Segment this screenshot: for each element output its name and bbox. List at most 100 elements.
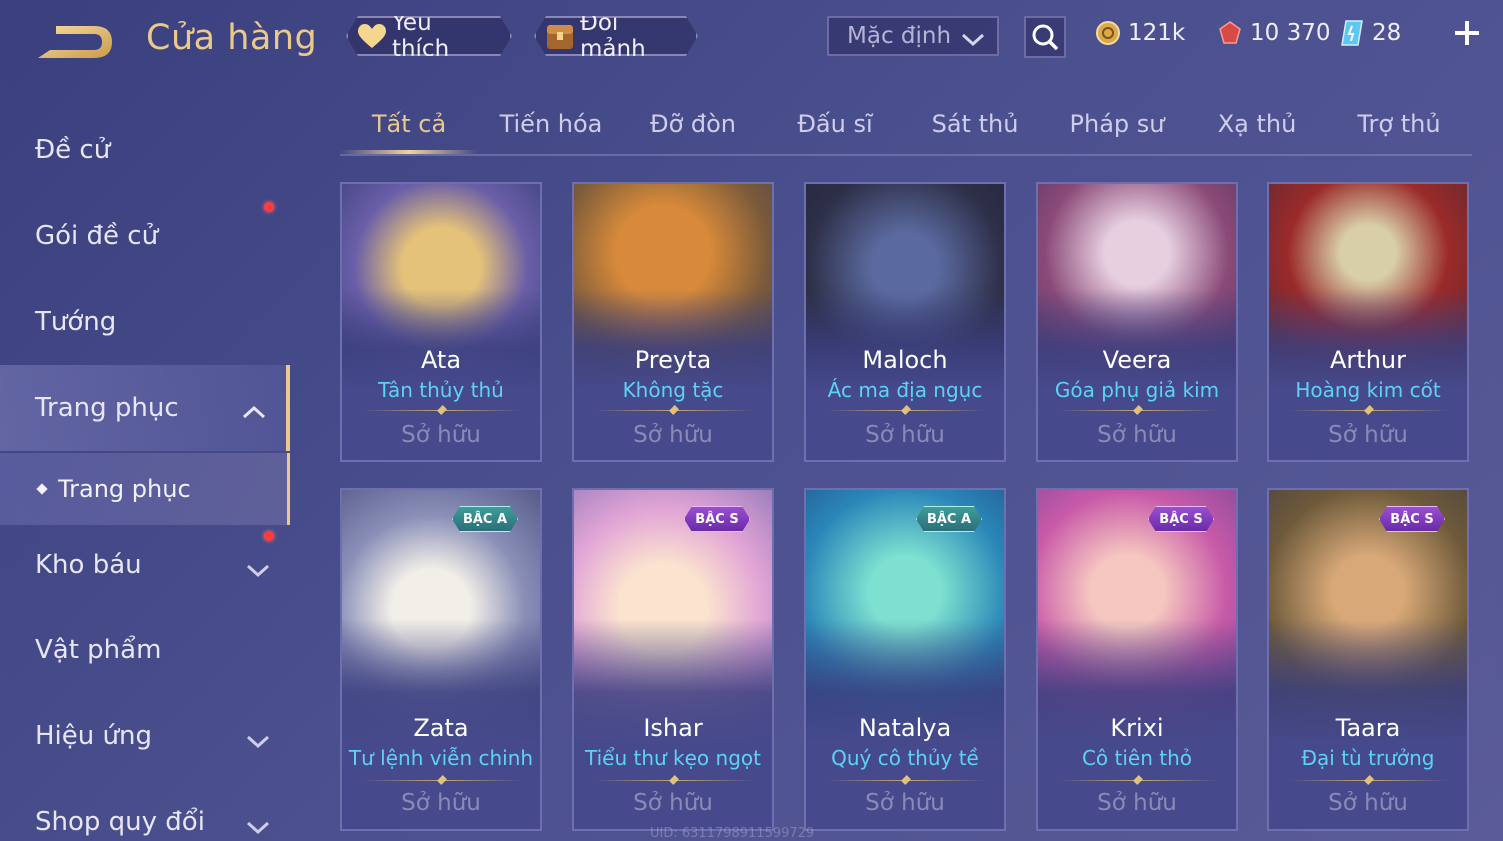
tab-fighter[interactable]: Đấu sĩ	[766, 110, 904, 150]
tab-all[interactable]: Tất cả	[340, 110, 478, 150]
hero-name: Veera	[1102, 346, 1172, 374]
skin-name: Ác ma địa ngục	[827, 378, 983, 402]
page-title: Cửa hàng	[146, 18, 318, 58]
tier-badge: BẬC A	[916, 506, 982, 532]
sidebar-item-skins[interactable]: Trang phục	[0, 365, 290, 451]
sidebar-item-effects[interactable]: Hiệu ứng	[0, 701, 290, 771]
sidebar-item-label: Đề cử	[35, 135, 111, 165]
sidebar-item-label: Tướng	[35, 307, 117, 337]
sidebar-subitem-skins[interactable]: Trang phục	[0, 453, 290, 525]
sidebar-item-label: Vật phẩm	[35, 635, 162, 665]
hero-name: Preyta	[634, 346, 712, 374]
skin-card[interactable]: BẬC S Krixi Cô tiên thỏ Sở hữu	[1036, 488, 1238, 831]
gem-balance: 28	[1338, 18, 1401, 48]
owned-status: Sở hữu	[1328, 422, 1408, 448]
tab-mage[interactable]: Pháp sư	[1048, 110, 1186, 150]
hero-name: Taara	[1335, 714, 1401, 742]
sort-dropdown[interactable]: Mặc định	[827, 16, 999, 56]
skin-name: Góa phụ giả kim	[1054, 378, 1220, 402]
owned-status: Sở hữu	[1097, 790, 1177, 816]
red-crystal-icon	[1216, 19, 1244, 47]
active-tab-indicator	[340, 150, 478, 154]
sort-value: Mặc định	[847, 23, 952, 49]
search-button[interactable]	[1024, 16, 1066, 58]
favorite-label: Yêu thích	[391, 10, 450, 62]
hero-name: Zata	[413, 714, 469, 742]
sidebar-item-label: Hiệu ứng	[35, 721, 152, 751]
search-icon	[1032, 24, 1059, 51]
tab-marksman[interactable]: Xạ thủ	[1188, 110, 1326, 150]
tab-support[interactable]: Trợ thủ	[1330, 110, 1468, 150]
owned-status: Sở hữu	[865, 422, 945, 448]
owned-status: Sở hữu	[1328, 790, 1408, 816]
gem-value: 28	[1372, 20, 1402, 46]
blue-card-icon	[1338, 19, 1366, 47]
sidebar-item-label: Trang phục	[35, 393, 179, 423]
skin-name: Hoàng kim cốt	[1295, 378, 1441, 402]
sidebar-item-treasure[interactable]: Kho báu	[0, 530, 290, 600]
hero-name: Ishar	[643, 714, 703, 742]
skin-name: Tân thủy thủ	[378, 378, 504, 402]
hero-name: Maloch	[862, 346, 948, 374]
tab-tank[interactable]: Đỡ đòn	[624, 110, 762, 150]
sidebar-item-heroes[interactable]: Tướng	[0, 287, 290, 357]
gold-balance: 121k	[1094, 18, 1185, 48]
chevron-down-icon	[246, 813, 270, 841]
owned-status: Sở hữu	[401, 422, 481, 448]
category-tabs: Tất cả Tiến hóa Đỡ đòn Đấu sĩ Sát thủ Ph…	[340, 100, 1472, 156]
skin-name: Không tặc	[622, 378, 724, 402]
gold-value: 121k	[1128, 20, 1186, 46]
add-currency-button[interactable]	[1452, 18, 1482, 48]
skin-card[interactable]: Arthur Hoàng kim cốt Sở hữu	[1267, 182, 1469, 462]
skin-card[interactable]: BẬC S Taara Đại tù trưởng Sở hữu	[1267, 488, 1469, 831]
sidebar-item-items[interactable]: Vật phẩm	[0, 615, 290, 685]
owned-status: Sở hữu	[1097, 422, 1177, 448]
hero-name: Natalya	[858, 714, 952, 742]
tier-badge: BẬC A	[452, 506, 518, 532]
tier-badge: BẬC S	[1148, 506, 1214, 532]
skin-name: Cô tiên thỏ	[1081, 746, 1193, 770]
voucher-balance: 10 370	[1216, 18, 1330, 48]
tab-evolution[interactable]: Tiến hóa	[482, 110, 620, 150]
skin-card[interactable]: Maloch Ác ma địa ngục Sở hữu	[804, 182, 1006, 462]
sidebar-item-label: Shop quy đổi	[35, 807, 205, 837]
sidebar-item-recommended-bundles[interactable]: Gói đề cử	[0, 201, 290, 271]
favorite-button[interactable]: Yêu thích	[346, 16, 512, 56]
skin-card[interactable]: Preyta Không tặc Sở hữu	[572, 182, 774, 462]
skin-card[interactable]: BẬC A Zata Tư lệnh viễn chinh Sở hữu	[340, 488, 542, 831]
chevron-down-icon	[961, 28, 985, 54]
sidebar-item-exchange-shop[interactable]: Shop quy đổi	[0, 787, 290, 841]
tier-badge: BẬC S	[1379, 506, 1445, 532]
tier-badge: BẬC S	[684, 506, 750, 532]
skin-name: Tiểu thư kẹo ngọt	[585, 746, 761, 770]
sidebar-item-recommended[interactable]: Đề cử	[0, 115, 290, 185]
skin-card[interactable]: BẬC S Ishar Tiểu thư kẹo ngọt Sở hữu	[572, 488, 774, 831]
skin-card[interactable]: BẬC A Natalya Quý cô thủy tề Sở hữu	[804, 488, 1006, 831]
gold-coin-icon	[1094, 19, 1122, 47]
diamond-bullet-icon	[36, 483, 48, 495]
heart-icon	[356, 21, 388, 51]
hero-name: Ata	[420, 346, 462, 374]
owned-status: Sở hữu	[633, 790, 713, 816]
chevron-down-icon	[246, 727, 270, 757]
skin-name: Tư lệnh viễn chinh	[348, 746, 534, 770]
tab-assassin[interactable]: Sát thủ	[906, 110, 1044, 150]
exchange-fragments-button[interactable]: Đổi mảnh	[534, 16, 698, 56]
back-button[interactable]	[34, 20, 116, 64]
voucher-value: 10 370	[1250, 20, 1331, 46]
notification-dot	[264, 202, 274, 212]
sidebar: Đề cử Gói đề cử Tướng Trang phục Trang p…	[0, 100, 290, 841]
hero-name: Arthur	[1330, 346, 1406, 374]
hero-name: Krixi	[1110, 714, 1164, 742]
sidebar-item-label: Gói đề cử	[35, 221, 159, 251]
user-id: UID: 6311798911599729	[650, 826, 815, 841]
skin-name: Đại tù trưởng	[1301, 746, 1435, 770]
skin-card[interactable]: Veera Góa phụ giả kim Sở hữu	[1036, 182, 1238, 462]
owned-status: Sở hữu	[865, 790, 945, 816]
skin-card[interactable]: Ata Tân thủy thủ Sở hữu	[340, 182, 542, 462]
back-arrow-icon	[38, 26, 112, 58]
chevron-down-icon	[246, 556, 270, 586]
chest-icon	[544, 21, 576, 51]
top-bar: Cửa hàng Yêu thích Đổi mảnh Mặc định 121…	[0, 0, 1503, 80]
owned-status: Sở hữu	[633, 422, 713, 448]
